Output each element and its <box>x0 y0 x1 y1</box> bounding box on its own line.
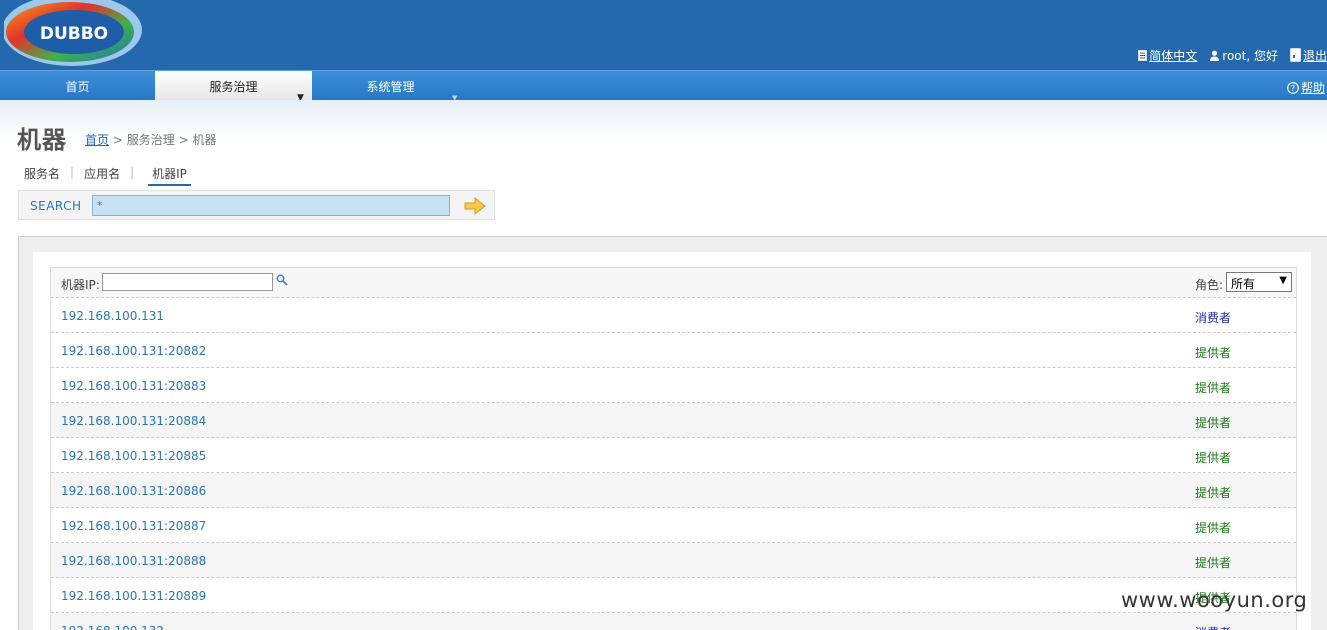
machine-ip-link[interactable]: 192.168.100.131:20882 <box>61 344 206 358</box>
breadcrumb-current: 机器 <box>192 133 217 147</box>
search-icon[interactable] <box>276 274 288 286</box>
machine-role: 提供者 <box>1195 486 1232 500</box>
machine-table: 机器IP: 角色: 所有 ▼ 192.168.100.131 消费者 192.168… <box>50 267 1297 630</box>
svg-text:?: ? <box>1291 84 1295 93</box>
nav-tab-system-management[interactable]: 系统管理 ▼ <box>312 71 469 102</box>
chevron-down-icon: ▼ <box>1279 275 1287 286</box>
machine-role: 提供者 <box>1195 521 1232 535</box>
machine-ip-link[interactable]: 192.168.100.131:20883 <box>61 379 206 393</box>
breadcrumb-service-governance: 服务治理 <box>126 133 175 147</box>
search-tab-service-name[interactable]: 服务名 <box>24 165 60 182</box>
breadcrumb-separator: > <box>112 133 123 147</box>
machine-ip-link[interactable]: 192.168.100.131 <box>61 309 164 323</box>
machine-role: 消费者 <box>1195 624 1231 630</box>
machine-role: 提供者 <box>1195 451 1232 465</box>
help-label: 帮助 <box>1300 81 1325 95</box>
machine-ip-link[interactable]: 192.168.100.131:20887 <box>61 519 206 533</box>
top-user-bar: 简体中文 root, 您好 退出 <box>1126 46 1327 64</box>
table-row: 192.168.100.131:20889 提供者 <box>51 578 1296 613</box>
language-link[interactable]: 简体中文 <box>1138 47 1197 64</box>
machine-ip-link[interactable]: 192.168.100.131:20884 <box>61 414 206 428</box>
machine-role: 提供者 <box>1195 416 1232 430</box>
user-greeting: root, 您好 <box>1222 48 1278 63</box>
search-input[interactable] <box>92 195 450 216</box>
search-type-tabs: 服务名 | 应用名 | 机器IP <box>24 165 191 186</box>
role-filter-select[interactable]: 所有 ▼ <box>1226 272 1292 292</box>
search-label: SEARCH <box>30 199 82 213</box>
nav-tab-system-management-label: 系统管理 <box>366 80 415 94</box>
logout-label: 退出 <box>1302 48 1327 63</box>
machine-ip-link[interactable]: 192.168.100.131:20886 <box>61 484 206 498</box>
machine-role: 提供者 <box>1195 556 1232 570</box>
ip-filter-label: 机器IP: <box>61 278 100 292</box>
results-panel: 机器IP: 角色: 所有 ▼ 192.168.100.131 消费者 192.168… <box>18 236 1327 630</box>
machine-role: 消费者 <box>1195 311 1232 325</box>
table-row: 192.168.100.131:20883 提供者 <box>51 368 1296 403</box>
table-filter-bar: 机器IP: 角色: 所有 ▼ <box>51 268 1296 298</box>
table-row: 192.168.100.131:20885 提供者 <box>51 438 1296 473</box>
role-filter-label: 角色: <box>1195 278 1224 292</box>
machine-role: 提供者 <box>1195 381 1232 395</box>
nav-tab-home[interactable]: 首页 <box>0 71 155 100</box>
machine-ip-link[interactable]: 192.168.100.132 <box>61 624 164 630</box>
breadcrumb-home-link[interactable]: 首页 <box>85 133 109 147</box>
machine-ip-link[interactable]: 192.168.100.131:20885 <box>61 449 206 463</box>
logo-text: DUBBO <box>40 24 108 44</box>
table-row: 192.168.100.131:20882 提供者 <box>51 333 1296 368</box>
breadcrumb: 首页 > 服务治理 > 机器 <box>85 131 216 148</box>
nav-tab-service-governance-label: 服务治理 <box>209 80 258 94</box>
machine-ip-link[interactable]: 192.168.100.131:20889 <box>61 589 206 603</box>
tab-divider: | <box>130 165 135 179</box>
tab-divider: | <box>70 165 75 179</box>
search-tab-application-name[interactable]: 应用名 <box>84 165 120 182</box>
user-icon <box>1210 50 1220 61</box>
arrow-right-icon[interactable] <box>463 196 487 216</box>
logout-icon <box>1289 48 1301 62</box>
document-icon <box>1138 49 1148 61</box>
table-row: 192.168.100.131 消费者 <box>51 298 1296 333</box>
search-tab-machine-ip[interactable]: 机器IP <box>148 165 191 186</box>
user-info: root, 您好 <box>1209 47 1278 64</box>
language-label: 简体中文 <box>1149 48 1198 63</box>
table-row: 192.168.100.131:20886 提供者 <box>51 473 1296 508</box>
logout-link[interactable]: 退出 <box>1289 47 1327 64</box>
table-body: 192.168.100.131 消费者 192.168.100.131:20882 提… <box>51 298 1296 630</box>
table-row: 192.168.100.131:20884 提供者 <box>51 403 1296 438</box>
table-row: 192.168.100.132 消费者 <box>51 613 1296 630</box>
role-selected-value: 所有 <box>1231 277 1256 291</box>
app-header: DUBBO 简体中文 root, 您好 退出 <box>0 0 1327 70</box>
dubbo-logo[interactable]: DUBBO <box>4 0 144 66</box>
watermark: www.wooyun.org <box>1121 588 1308 612</box>
nav-tab-service-governance[interactable]: 服务治理 ▼ <box>155 71 312 103</box>
results-container: 机器IP: 角色: 所有 ▼ 192.168.100.131 消费者 192.168… <box>33 252 1311 630</box>
page-title: 机器 <box>17 126 67 154</box>
table-row: 192.168.100.131:20888 提供者 <box>51 543 1296 578</box>
help-link[interactable]: ? 帮助 <box>1287 79 1325 96</box>
nav-tab-home-label: 首页 <box>65 80 90 94</box>
breadcrumb-separator: > <box>178 133 189 147</box>
ip-filter-input[interactable] <box>102 273 273 291</box>
help-icon: ? <box>1287 81 1299 94</box>
main-nav: 首页 服务治理 ▼ 系统管理 ▼ ? 帮助 <box>0 70 1327 103</box>
search-bar: SEARCH <box>18 190 495 220</box>
machine-ip-link[interactable]: 192.168.100.131:20888 <box>61 554 206 568</box>
table-row: 192.168.100.131:20887 提供者 <box>51 508 1296 543</box>
machine-role: 提供者 <box>1195 346 1232 360</box>
